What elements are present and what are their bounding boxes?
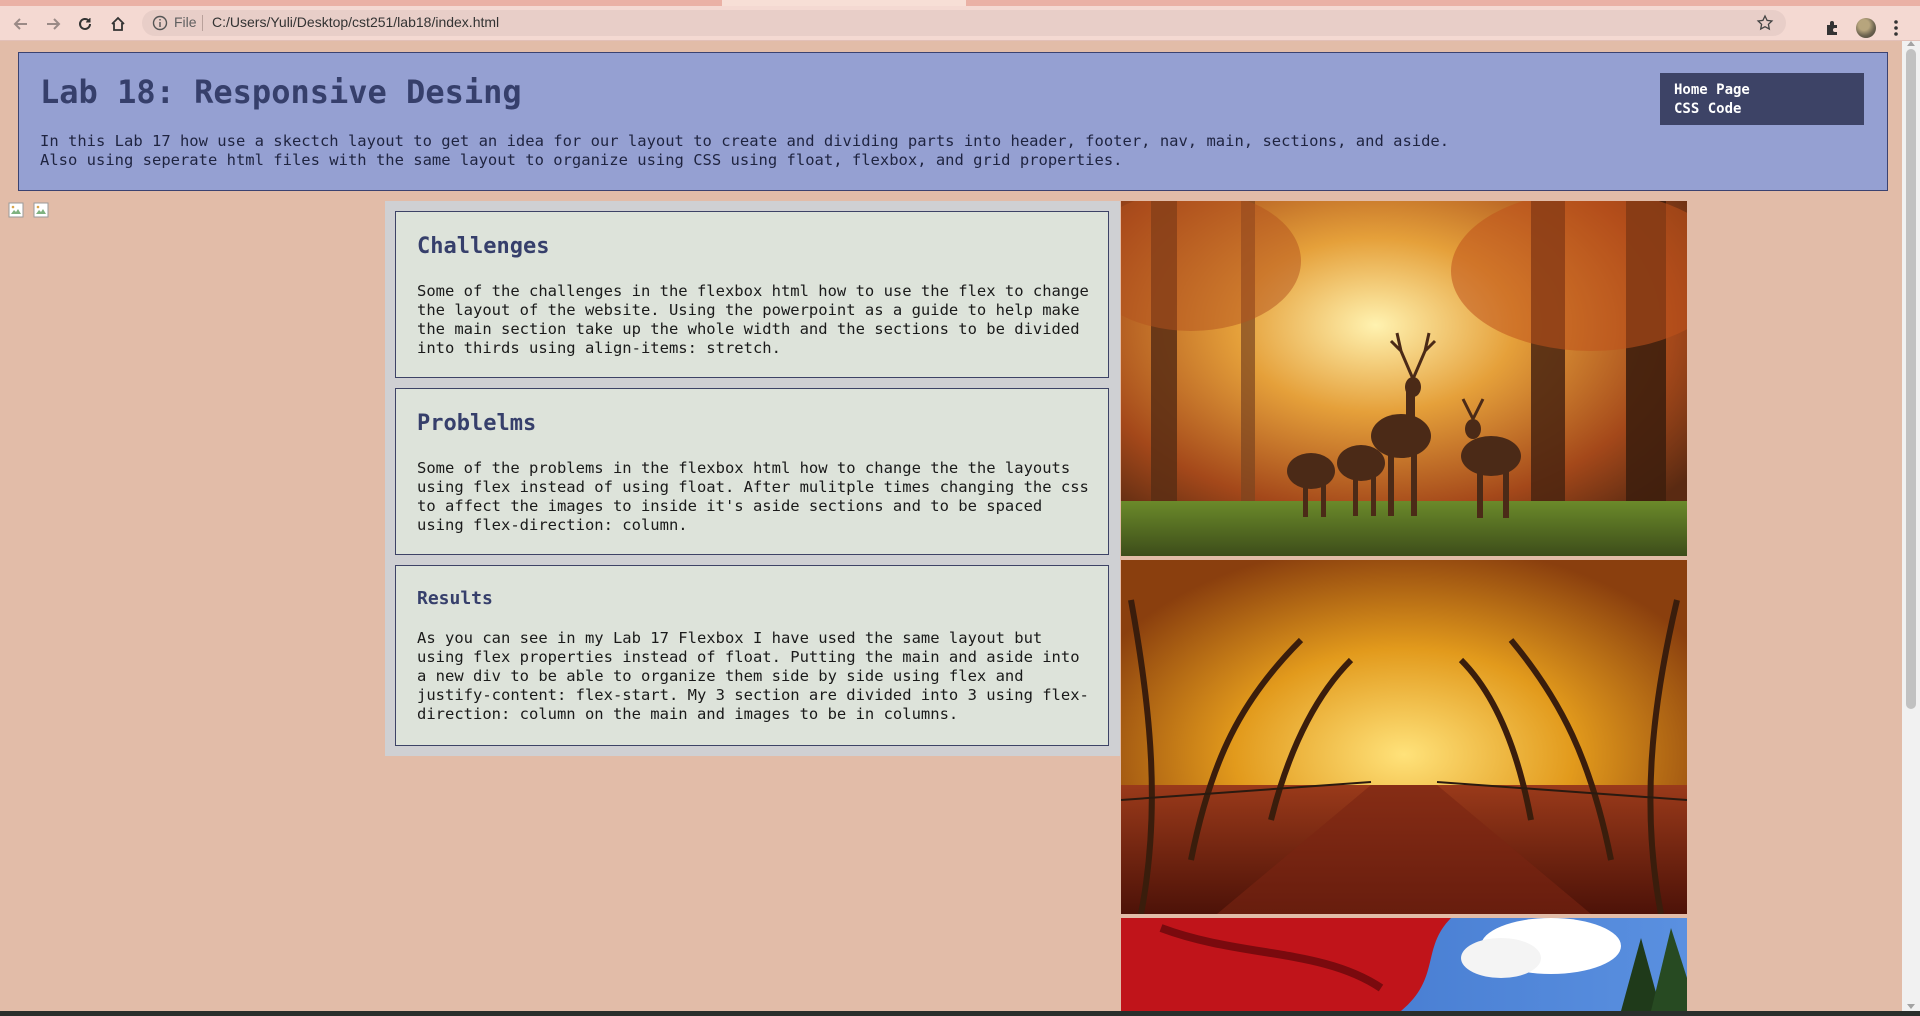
taskbar-edge [0,1011,1920,1016]
section-heading: Challenges [417,234,550,259]
site-header: Lab 18: Responsive Desing In this Lab 17… [18,52,1888,191]
broken-image-icon [33,202,49,218]
section-text: Some of the challenges in the flexbox ht… [417,282,1089,357]
main-content: Challenges Some of the challenges in the… [385,201,1120,756]
omnibox-divider [202,15,203,31]
nav-link-home-page[interactable]: Home Page [1674,81,1864,100]
forward-arrow-icon[interactable] [41,12,65,36]
profile-avatar[interactable] [1856,18,1876,38]
broken-image-icon [8,202,24,218]
back-arrow-icon[interactable] [9,12,33,36]
section-text: As you can see in my Lab 17 Flexbox I ha… [417,629,1089,723]
red-autumn-trees-sky-image [1121,918,1687,1011]
nav-link-css-code[interactable]: CSS Code [1674,100,1864,119]
url-scheme: File [174,14,197,30]
page-viewport: Lab 18: Responsive Desing In this Lab 17… [0,41,1902,1011]
header-intro-text: In this Lab 17 how use a skectch layout … [40,132,1450,169]
site-nav: Home Page CSS Code [1660,73,1864,125]
autumn-deer-forest-image [1121,201,1687,556]
autumn-park-path-image [1121,560,1687,914]
section-heading: Problelms [417,411,537,436]
section-results: Results As you can see in my Lab 17 Flex… [395,565,1109,746]
page-title: Lab 18: Responsive Desing [40,73,522,111]
url-text[interactable]: C:/Users/Yuli/Desktop/cst251/lab18/index… [212,14,499,30]
extensions-puzzle-icon[interactable] [1824,19,1842,37]
bookmark-star-icon[interactable] [1756,14,1774,32]
vertical-scrollbar[interactable] [1902,41,1920,1011]
scroll-up-arrow-icon[interactable] [1907,41,1915,46]
home-icon[interactable] [106,12,130,36]
section-text: Some of the problems in the flexbox html… [417,459,1089,534]
info-icon[interactable] [152,15,168,31]
section-problems: Problelms Some of the problems in the fl… [395,388,1109,555]
section-challenges: Challenges Some of the challenges in the… [395,211,1109,378]
reload-icon[interactable] [73,12,97,36]
more-menu-icon[interactable] [1894,18,1898,38]
scroll-down-arrow-icon[interactable] [1907,1004,1915,1009]
address-bar[interactable]: File C:/Users/Yuli/Desktop/cst251/lab18/… [142,10,1786,36]
scrollbar-thumb[interactable] [1906,49,1916,709]
browser-toolbar: File C:/Users/Yuli/Desktop/cst251/lab18/… [0,6,1920,41]
section-heading: Results [417,588,493,609]
